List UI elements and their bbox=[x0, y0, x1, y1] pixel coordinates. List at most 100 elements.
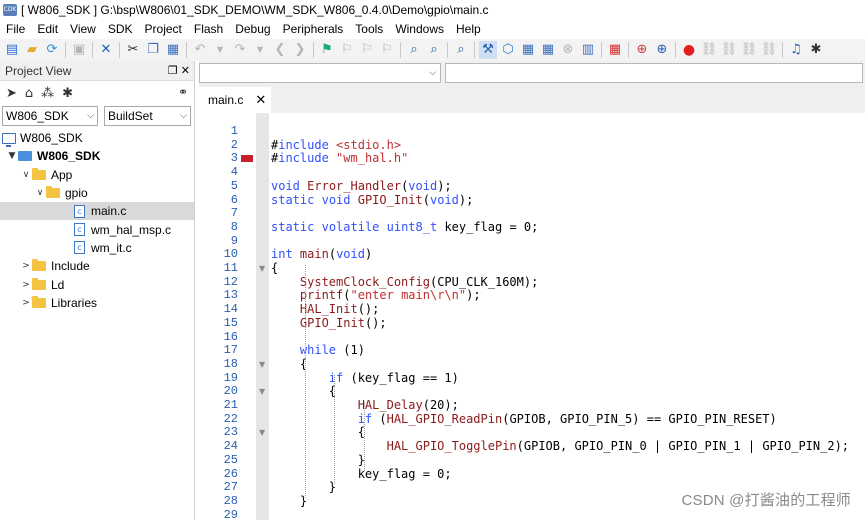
fold-marker-icon[interactable]: ▼ bbox=[259, 262, 265, 276]
float-icon[interactable]: ❐ bbox=[168, 64, 178, 77]
code-line[interactable]: } bbox=[271, 494, 307, 509]
find-in-files-icon[interactable]: ⌕ bbox=[425, 41, 443, 59]
code-line[interactable]: HAL_Init(); bbox=[271, 302, 379, 317]
bookmark-prev-icon[interactable]: ⚐ bbox=[338, 41, 356, 59]
code-line[interactable]: HAL_GPIO_TogglePin(GPIOB, GPIO_PIN_0 | G… bbox=[271, 439, 849, 454]
code-line[interactable]: } bbox=[271, 453, 365, 468]
menu-windows[interactable]: Windows bbox=[389, 20, 450, 39]
breakpoint-icon[interactable]: ● bbox=[680, 41, 698, 59]
reload-icon[interactable]: ⟳ bbox=[43, 41, 61, 59]
tree-item[interactable]: W806_SDK bbox=[0, 129, 194, 147]
bug-icon[interactable]: ✱ bbox=[62, 86, 73, 101]
stop-build-icon[interactable]: ⊗ bbox=[559, 41, 577, 59]
scope-combo[interactable]: ⌵ bbox=[199, 63, 441, 83]
code-line[interactable]: GPIO_Init(); bbox=[271, 316, 387, 331]
new-file-icon[interactable]: ▤ bbox=[3, 41, 21, 59]
debug-run-icon[interactable]: ⊕ bbox=[653, 41, 671, 59]
symbol-combo[interactable] bbox=[445, 63, 863, 83]
flash-icon[interactable]: ▦ bbox=[606, 41, 624, 59]
menu-edit[interactable]: Edit bbox=[31, 20, 64, 39]
code-line[interactable]: SystemClock_Config(CPU_CLK_160M); bbox=[271, 275, 538, 290]
expand-toggle-icon[interactable]: ▼ bbox=[6, 151, 18, 161]
chip-icon[interactable]: ▦ bbox=[519, 41, 537, 59]
link-icon[interactable]: ⛓ bbox=[700, 41, 718, 59]
home-icon[interactable]: ⌂ bbox=[25, 86, 33, 101]
expand-toggle-icon[interactable]: > bbox=[20, 280, 32, 290]
locate-icon[interactable]: ➤ bbox=[6, 86, 17, 101]
code-line[interactable]: static volatile uint8_t key_flag = 0; bbox=[271, 220, 538, 235]
bug-icon[interactable]: ✱ bbox=[807, 41, 825, 59]
unlink-all-icon[interactable]: ⛓ bbox=[760, 41, 778, 59]
tree-item[interactable]: c main.c bbox=[0, 202, 194, 221]
bookmark-flag-icon[interactable]: ⚑ bbox=[318, 41, 336, 59]
menu-help[interactable]: Help bbox=[450, 20, 487, 39]
tree-item[interactable]: > Include bbox=[0, 257, 194, 275]
menu-view[interactable]: View bbox=[64, 20, 102, 39]
code-line[interactable]: while (1) bbox=[271, 343, 365, 358]
code-line[interactable]: static void GPIO_Init(void); bbox=[271, 193, 473, 208]
build-icon[interactable]: ⚒ bbox=[479, 41, 497, 59]
tree-item[interactable]: c wm_it.c bbox=[0, 239, 194, 257]
open-folder-icon[interactable]: ▰ bbox=[23, 41, 41, 59]
menu-sdk[interactable]: SDK bbox=[102, 20, 139, 39]
close-file-icon[interactable]: ✕ bbox=[97, 41, 115, 59]
bookmark-clear-icon[interactable]: ⚐ bbox=[378, 41, 396, 59]
menu-flash[interactable]: Flash bbox=[188, 20, 229, 39]
code-line[interactable]: HAL_Delay(20); bbox=[271, 398, 459, 413]
code-line[interactable]: #include "wm_hal.h" bbox=[271, 152, 408, 166]
copy-icon[interactable]: ❐ bbox=[144, 41, 162, 59]
menu-file[interactable]: File bbox=[0, 20, 31, 39]
undo-icon[interactable]: ↶ bbox=[191, 41, 209, 59]
tree-item[interactable]: > Libraries bbox=[0, 294, 194, 312]
fold-marker-icon[interactable]: ▼ bbox=[259, 385, 265, 399]
redo-icon[interactable]: ↷ bbox=[231, 41, 249, 59]
link-icon[interactable]: ⚭ bbox=[178, 85, 188, 99]
code-line[interactable]: int main(void) bbox=[271, 247, 372, 262]
link-all-icon[interactable]: ⛓ bbox=[740, 41, 758, 59]
expand-toggle-icon[interactable]: > bbox=[20, 261, 32, 271]
find-icon[interactable]: ⌕ bbox=[405, 41, 423, 59]
expand-toggle-icon[interactable]: ∨ bbox=[20, 170, 32, 180]
fold-margin[interactable] bbox=[256, 113, 269, 520]
search-icon[interactable]: ⌕ bbox=[452, 41, 470, 59]
debug-icon[interactable]: ⊕ bbox=[633, 41, 651, 59]
target-select[interactable]: W806_SDK ⌵ bbox=[2, 106, 98, 126]
tab-main-c[interactable]: main.c ✕ bbox=[199, 87, 271, 113]
menu-project[interactable]: Project bbox=[139, 20, 188, 39]
fold-marker-icon[interactable]: ▼ bbox=[259, 426, 265, 440]
expand-toggle-icon[interactable]: > bbox=[20, 298, 32, 308]
code-line[interactable]: #include <stdio.h> bbox=[271, 138, 401, 153]
code-line[interactable]: if (key_flag == 1) bbox=[271, 371, 459, 386]
fold-marker-icon[interactable]: ▼ bbox=[259, 358, 265, 372]
tab-close-icon[interactable]: ✕ bbox=[255, 93, 266, 108]
tree-item[interactable]: c wm_hal_msp.c bbox=[0, 220, 194, 238]
tree-item[interactable]: > Ld bbox=[0, 275, 194, 293]
download-icon[interactable]: ▦ bbox=[539, 41, 557, 59]
tree-item[interactable]: ▼ W806_SDK bbox=[0, 147, 194, 165]
tree-item[interactable]: ∨ gpio bbox=[0, 184, 194, 202]
code-line[interactable]: void Error_Handler(void); bbox=[271, 179, 452, 194]
menu-tools[interactable]: Tools bbox=[349, 20, 389, 39]
hierarchy-icon[interactable]: ⁂ bbox=[41, 86, 54, 101]
buildset-select[interactable]: BuildSet ⌵ bbox=[103, 106, 191, 126]
menu-debug[interactable]: Debug bbox=[229, 20, 276, 39]
navigate-forward-icon[interactable]: ❯ bbox=[291, 41, 309, 59]
cut-icon[interactable]: ✂ bbox=[124, 41, 142, 59]
close-icon[interactable]: ✕ bbox=[181, 64, 190, 77]
expand-toggle-icon[interactable]: ∨ bbox=[34, 188, 46, 198]
code-line[interactable]: { bbox=[271, 261, 278, 276]
code-line[interactable]: printf("enter main\r\n"); bbox=[271, 289, 481, 303]
unlink-icon[interactable]: ⛓ bbox=[720, 41, 738, 59]
paste-icon[interactable]: ▦ bbox=[164, 41, 182, 59]
undo-dropdown-icon[interactable]: ▼ bbox=[211, 41, 229, 59]
bookmark-next-icon[interactable]: ⚐ bbox=[358, 41, 376, 59]
code-line[interactable]: if (HAL_GPIO_ReadPin(GPIOB, GPIO_PIN_5) … bbox=[271, 412, 777, 427]
clean-icon[interactable]: ▥ bbox=[579, 41, 597, 59]
code-line[interactable]: { bbox=[271, 357, 307, 372]
code-editor[interactable]: 1 2 3 4 5 6 7 8 9 10 11 12 13 14 15 16 17 18 19 20 21 22 23 24 2… bbox=[199, 113, 865, 520]
package-icon[interactable]: ⬡ bbox=[499, 41, 517, 59]
save-icon[interactable]: ▣ bbox=[70, 41, 88, 59]
tree-item[interactable]: ∨ App bbox=[0, 166, 194, 184]
menu-peripherals[interactable]: Peripherals bbox=[277, 20, 350, 39]
code-line[interactable]: { bbox=[271, 426, 365, 440]
